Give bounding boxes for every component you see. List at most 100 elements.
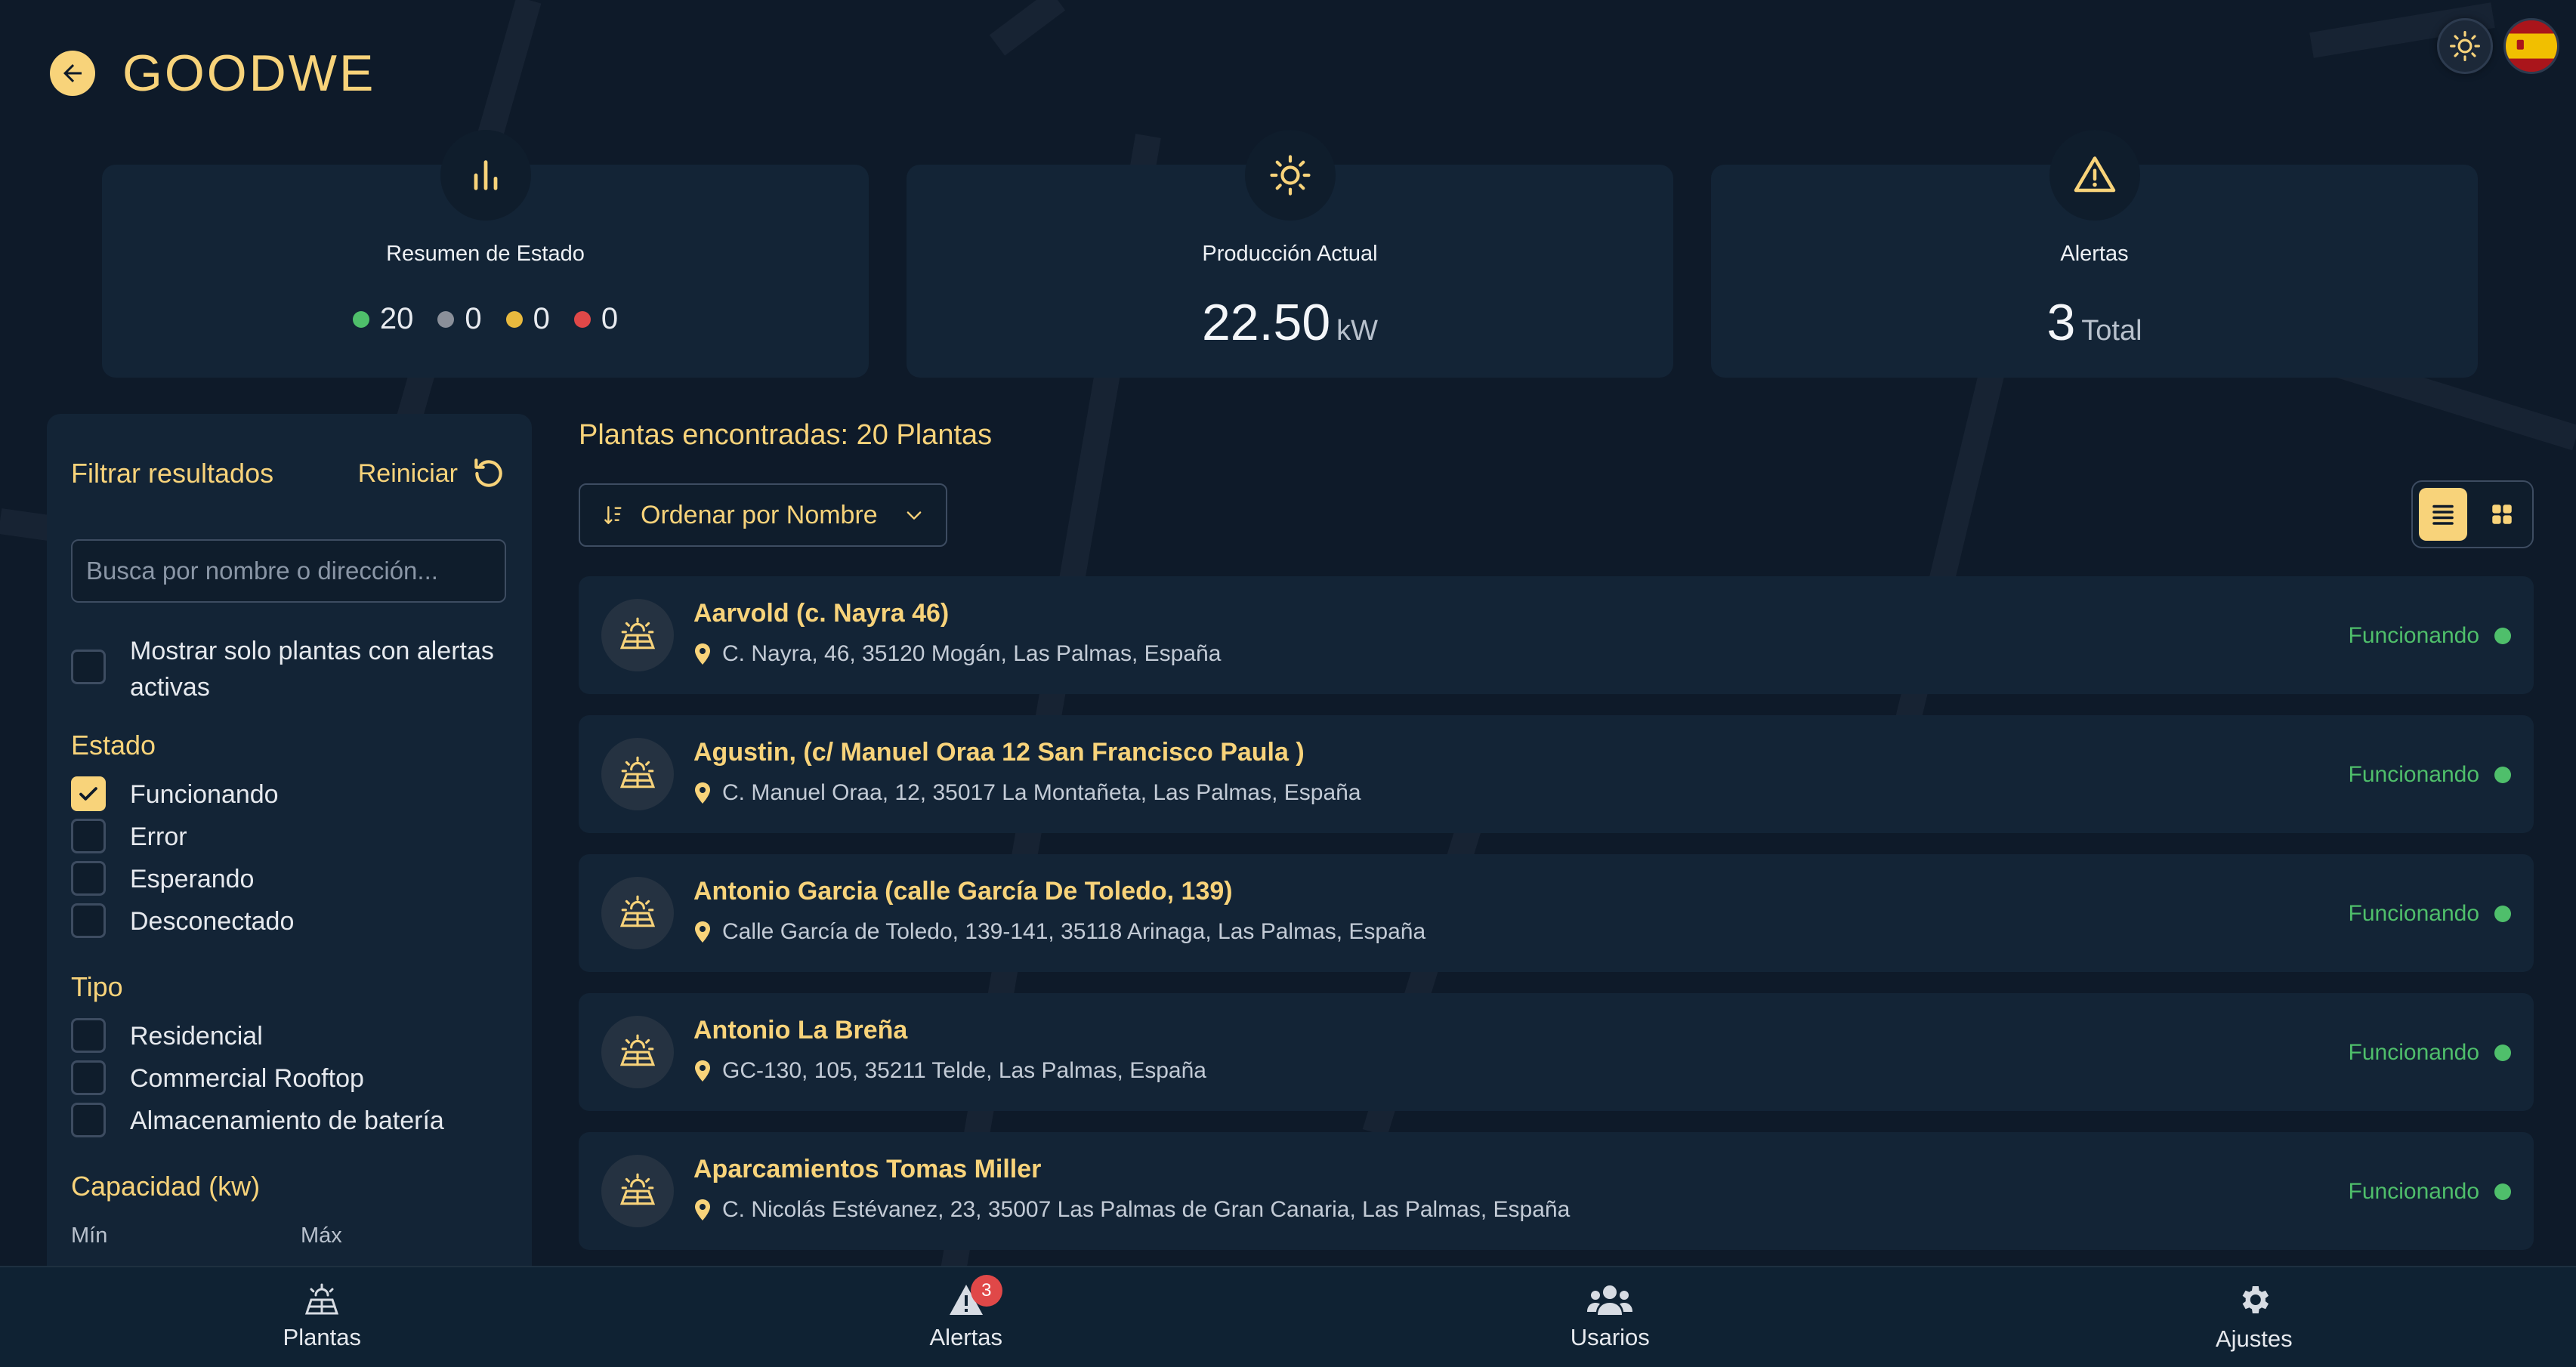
estado-checkbox-funcionando[interactable] <box>71 776 106 811</box>
location-pin-icon <box>695 782 710 804</box>
nav-label: Ajustes <box>2215 1325 2293 1352</box>
solar-panel-icon <box>305 1283 339 1315</box>
tipo-option[interactable]: Residencial <box>71 1018 263 1054</box>
nav-item-alertas[interactable]: 3 Alertas <box>644 1267 1289 1367</box>
alerts-unit: Total <box>2081 315 2142 347</box>
production-number: 22.50 <box>1201 294 1331 351</box>
yellow-dot-icon <box>505 310 523 328</box>
filters-title: Filtrar resultados <box>71 458 274 489</box>
back-button[interactable] <box>50 51 95 96</box>
plant-row[interactable]: Agustin, (c/ Manuel Oraa 12 San Francisc… <box>579 715 2534 833</box>
estado-option[interactable]: Esperando <box>71 861 254 897</box>
green-dot-icon <box>352 310 369 328</box>
solar-panel-icon <box>601 877 674 949</box>
sort-dropdown[interactable]: Ordenar por Nombre <box>579 483 947 547</box>
gear-icon <box>2242 1286 2269 1313</box>
theme-toggle-button[interactable] <box>2437 18 2493 74</box>
app-header: GOODWE <box>50 44 375 103</box>
estado-option[interactable]: Funcionando <box>71 776 279 813</box>
nav-item-ajustes[interactable]: Ajustes <box>1932 1267 2576 1367</box>
option-label: Funcionando <box>130 780 279 809</box>
bottom-navigation: Plantas 3 Alertas Usarios Ajustes <box>0 1266 2576 1367</box>
estado-checkbox-esperando[interactable] <box>71 861 106 896</box>
address-text: C. Nicolás Estévanez, 23, 35007 Las Palm… <box>722 1197 1571 1222</box>
sort-label: Ordenar por Nombre <box>641 500 878 529</box>
spain-flag-icon <box>2506 20 2557 72</box>
nav-label: Usarios <box>1570 1324 1650 1350</box>
estado-option[interactable]: Desconectado <box>71 903 294 940</box>
tipo-checkbox-residencial[interactable] <box>71 1018 106 1053</box>
only-alerts-checkbox[interactable] <box>71 650 106 684</box>
list-view-button[interactable] <box>2419 488 2467 541</box>
card-icon-wrapper <box>440 130 531 221</box>
status-count-ok: 20 <box>352 302 414 336</box>
card-icon-wrapper <box>2049 130 2140 221</box>
view-toggle <box>2411 480 2534 548</box>
tipo-option[interactable]: Commercial Rooftop <box>71 1060 364 1097</box>
option-label: Commercial Rooftop <box>130 1064 364 1093</box>
status-badge: Funcionando <box>2349 1040 2511 1066</box>
plant-name: Antonio La Breña <box>693 1016 908 1045</box>
tipo-checkbox-commercial[interactable] <box>71 1060 106 1095</box>
status-text: Funcionando <box>2348 623 2479 648</box>
reset-icon <box>474 458 502 487</box>
status-badge: Funcionando <box>2349 623 2511 649</box>
reset-button[interactable]: Reiniciar <box>358 455 508 492</box>
language-button[interactable] <box>2503 18 2559 74</box>
address-text: C. Nayra, 46, 35120 Mogán, Las Palmas, E… <box>722 641 1222 666</box>
plant-row[interactable]: Antonio La Breña GC-130, 105, 35211 Teld… <box>579 993 2534 1111</box>
chevron-down-icon <box>907 511 922 520</box>
location-pin-icon <box>695 643 710 665</box>
plant-address: C. Manuel Oraa, 12, 35017 La Montañeta, … <box>693 780 1361 806</box>
card-title: Alertas <box>2060 242 2129 266</box>
tipo-option[interactable]: Almacenamiento de batería <box>71 1103 444 1139</box>
nav-item-plantas[interactable]: Plantas <box>0 1267 644 1367</box>
plant-row[interactable]: Aparcamientos Tomas Miller C. Nicolás Es… <box>579 1132 2534 1250</box>
estado-checkbox-error[interactable] <box>71 819 106 853</box>
status-summary-card: Resumen de Estado 20 0 0 0 <box>102 130 869 378</box>
plant-address: C. Nicolás Estévanez, 23, 35007 Las Palm… <box>693 1197 1570 1223</box>
address-text: C. Manuel Oraa, 12, 35017 La Montañeta, … <box>722 780 1361 805</box>
solar-panel-icon <box>601 1155 674 1227</box>
green-dot-icon <box>2494 906 2511 922</box>
estado-option[interactable]: Error <box>71 819 187 855</box>
location-pin-icon <box>695 1060 710 1082</box>
capacity-min-label: Mín <box>71 1224 108 1248</box>
search-input[interactable] <box>71 539 506 603</box>
option-label: Esperando <box>130 865 255 893</box>
capacity-title: Capacidad (kw) <box>71 1171 261 1202</box>
estado-title: Estado <box>71 730 156 761</box>
reset-label: Reiniciar <box>357 458 458 488</box>
filters-panel: Filtrar resultados Reiniciar Mostrar sol… <box>47 414 532 1367</box>
plant-address: Calle García de Toledo, 139-141, 35118 A… <box>693 919 1425 945</box>
nav-item-usuarios[interactable]: Usarios <box>1288 1267 1932 1367</box>
gray-dot-icon <box>437 310 455 328</box>
tipo-checkbox-bateria[interactable] <box>71 1103 106 1137</box>
option-label: Desconectado <box>130 907 295 936</box>
grid-view-button[interactable] <box>2478 488 2526 541</box>
only-alerts-checkbox-row[interactable]: Mostrar solo plantas con alertas activas <box>71 633 494 705</box>
warning-icon <box>2074 156 2115 193</box>
card-icon-wrapper <box>1244 130 1336 221</box>
top-controls <box>2437 18 2559 74</box>
green-dot-icon <box>2494 1045 2511 1061</box>
plant-row[interactable]: Antonio Garcia (calle García De Toledo, … <box>579 854 2534 972</box>
count-value: 20 <box>379 302 414 335</box>
production-value: 22.50 kW <box>907 293 1673 352</box>
status-counts: 20 0 0 0 <box>102 302 869 336</box>
status-count-offline: 0 <box>437 302 482 336</box>
red-dot-icon <box>573 310 591 328</box>
green-dot-icon <box>2494 767 2511 783</box>
alerts-value: 3 Total <box>1711 293 2478 352</box>
sort-icon <box>604 506 622 524</box>
estado-checkbox-desconectado[interactable] <box>71 903 106 938</box>
sun-icon <box>1269 155 1311 196</box>
production-unit: kW <box>1336 315 1379 347</box>
users-icon <box>1587 1285 1633 1315</box>
arrow-left-icon <box>63 64 82 82</box>
current-production-card: Producción Actual 22.50 kW <box>907 130 1673 378</box>
plant-row[interactable]: Aarvold (c. Nayra 46) C. Nayra, 46, 3512… <box>579 576 2534 694</box>
status-count-error: 0 <box>573 302 618 336</box>
list-icon <box>2432 505 2454 525</box>
check-icon <box>79 787 97 801</box>
